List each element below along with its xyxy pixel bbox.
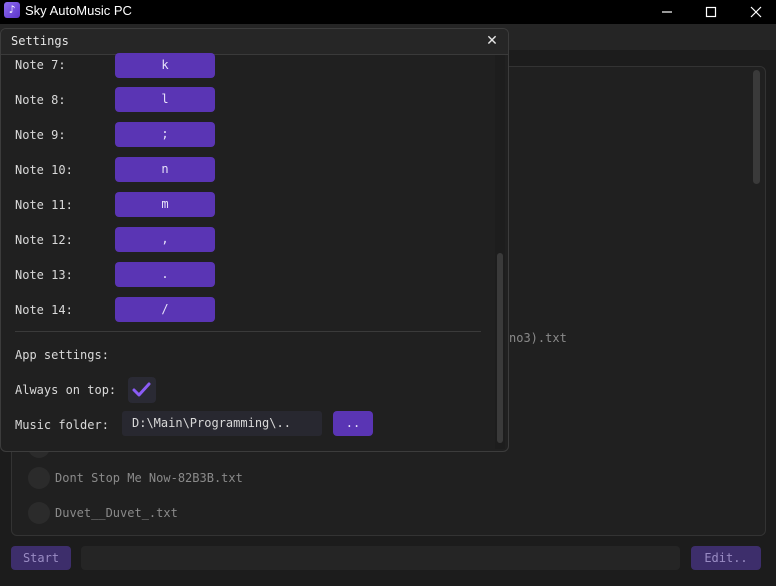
song-label[interactable]: Duvet__Duvet_.txt	[55, 506, 178, 520]
song-label[interactable]: Dont Stop Me Now-82B3B.txt	[55, 471, 243, 485]
note-13-label: Note 13:	[15, 268, 73, 282]
app-music-icon: ♪	[4, 2, 20, 18]
settings-scrollbar[interactable]	[497, 253, 503, 443]
close-icon	[750, 6, 762, 18]
app-settings-heading: App settings:	[15, 348, 109, 362]
note-8-label: Note 8:	[15, 93, 66, 107]
section-divider	[15, 331, 481, 332]
window-close-button[interactable]	[733, 0, 776, 24]
note-12-label: Note 12:	[15, 233, 73, 247]
always-on-top-checkbox[interactable]	[128, 377, 156, 403]
note-14-key-button[interactable]: /	[115, 297, 215, 322]
note-7-label: Note 7:	[15, 58, 66, 72]
status-bar	[81, 546, 680, 570]
settings-header[interactable]	[1, 29, 508, 55]
note-14-label: Note 14:	[15, 303, 73, 317]
start-button[interactable]: Start	[11, 546, 71, 570]
always-on-top-label: Always on top:	[15, 383, 117, 397]
note-8-key-button[interactable]: l	[115, 87, 215, 112]
note-11-key-button[interactable]: m	[115, 192, 215, 217]
note-10-key-button[interactable]: n	[115, 157, 215, 182]
checkmark-icon	[132, 382, 151, 397]
edit-button[interactable]: Edit..	[691, 546, 761, 570]
music-folder-input[interactable]: D:\Main\Programming\..	[122, 411, 322, 436]
settings-title: Settings	[11, 34, 69, 48]
minimize-button[interactable]	[644, 0, 690, 24]
note-12-key-button[interactable]: ,	[115, 227, 215, 252]
maximize-button[interactable]	[688, 0, 734, 24]
browse-folder-button[interactable]: ..	[333, 411, 373, 436]
note-10-label: Note 10:	[15, 163, 73, 177]
window-title: Sky AutoMusic PC	[25, 3, 132, 18]
minimize-icon	[662, 11, 672, 13]
note-9-key-button[interactable]: ;	[115, 122, 215, 147]
maximize-icon	[705, 6, 717, 18]
note-11-label: Note 11:	[15, 198, 73, 212]
song-list-scrollbar[interactable]	[753, 70, 760, 184]
settings-close-button[interactable]: ✕	[483, 31, 501, 51]
close-icon: ✕	[486, 33, 498, 49]
note-7-key-button[interactable]: k	[115, 53, 215, 78]
song-radio[interactable]	[28, 467, 50, 489]
note-9-label: Note 9:	[15, 128, 66, 142]
note-13-key-button[interactable]: .	[115, 262, 215, 287]
settings-dialog: Settings ✕ Note 7: k Note 8: l Note 9: ;…	[0, 28, 509, 452]
partial-song-name: no3).txt	[509, 331, 567, 345]
song-radio[interactable]	[28, 502, 50, 524]
music-folder-label: Music folder:	[15, 418, 109, 432]
